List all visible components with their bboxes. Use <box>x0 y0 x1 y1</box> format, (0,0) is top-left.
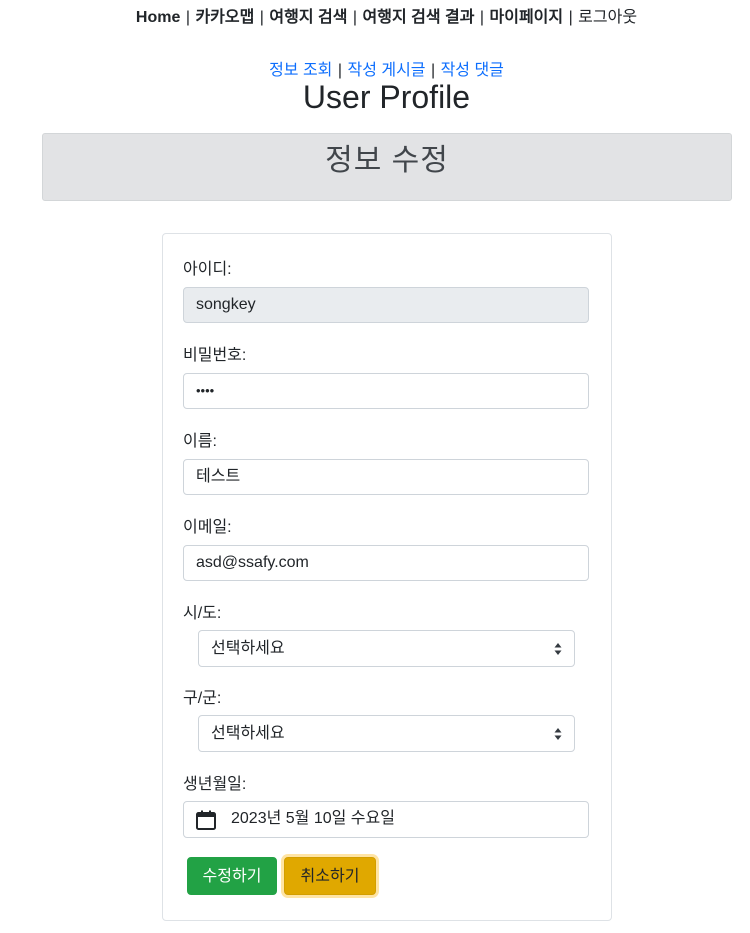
submit-edit-button[interactable]: 수정하기 <box>187 857 277 895</box>
gugun-label: 구/군: <box>183 690 222 707</box>
nav-logout-link[interactable]: 로그아웃 <box>578 9 637 26</box>
sido-select[interactable]: 선택하세요 <box>198 630 575 667</box>
birthdate-label: 생년월일: <box>183 776 247 793</box>
gugun-select[interactable]: 선택하세요 <box>198 715 575 752</box>
nav-separator: | <box>185 9 190 26</box>
calendar-icon[interactable] <box>196 810 216 830</box>
nav-separator: | <box>352 9 358 26</box>
name-field[interactable]: 테스트 <box>183 459 589 495</box>
birthdate-value: 2023년 5월 10일 수요일 <box>231 810 395 827</box>
section-banner: 정보 수정 <box>42 133 732 201</box>
birthdate-field[interactable]: 2023년 5월 10일 수요일 <box>183 801 589 838</box>
password-label: 비밀번호: <box>183 347 247 364</box>
id-label: 아이디: <box>183 261 232 278</box>
sido-label: 시/도: <box>183 605 222 622</box>
nav-separator: | <box>259 9 264 26</box>
subnav-posts-link[interactable]: 작성 게시글 <box>347 62 425 79</box>
select-arrows-icon <box>554 643 562 655</box>
nav-kakaomap-link[interactable]: 카카오맵 <box>195 9 254 26</box>
password-field[interactable]: •••• <box>183 373 589 409</box>
page-title: User Profile <box>302 79 471 115</box>
cancel-button[interactable]: 취소하기 <box>284 857 376 895</box>
nav-separator: | <box>568 9 573 26</box>
sido-selected-value: 선택하세요 <box>211 640 285 657</box>
nav-separator: | <box>479 9 485 26</box>
email-field[interactable]: asd@ssafy.com <box>183 545 589 581</box>
name-label: 이름: <box>183 433 217 450</box>
id-field: songkey <box>183 287 589 323</box>
subnav-info-link[interactable]: 정보 조회 <box>269 62 332 79</box>
nav-search-results-link[interactable]: 여행지 검색 결과 <box>363 9 475 26</box>
nav-home-link[interactable]: Home <box>136 9 180 26</box>
section-title: 정보 수정 <box>325 144 449 177</box>
email-label: 이메일: <box>183 519 232 536</box>
subnav-comments-link[interactable]: 작성 댓글 <box>441 62 504 79</box>
profile-sub-navigation: 정보 조회 | 작성 게시글 | 작성 댓글 <box>0 56 750 80</box>
top-navigation: Home | 카카오맵 | 여행지 검색 | 여행지 검색 결과 | 마이페이지… <box>0 3 750 27</box>
subnav-separator: | <box>430 62 436 79</box>
gugun-selected-value: 선택하세요 <box>211 725 285 742</box>
nav-mypage-link[interactable]: 마이페이지 <box>490 9 564 26</box>
select-arrows-icon <box>554 728 562 740</box>
nav-search-link[interactable]: 여행지 검색 <box>269 9 347 26</box>
profile-edit-form: 아이디: songkey 비밀번호: •••• 이름: 테스트 이메일: asd… <box>162 233 612 921</box>
subnav-separator: | <box>337 62 343 79</box>
